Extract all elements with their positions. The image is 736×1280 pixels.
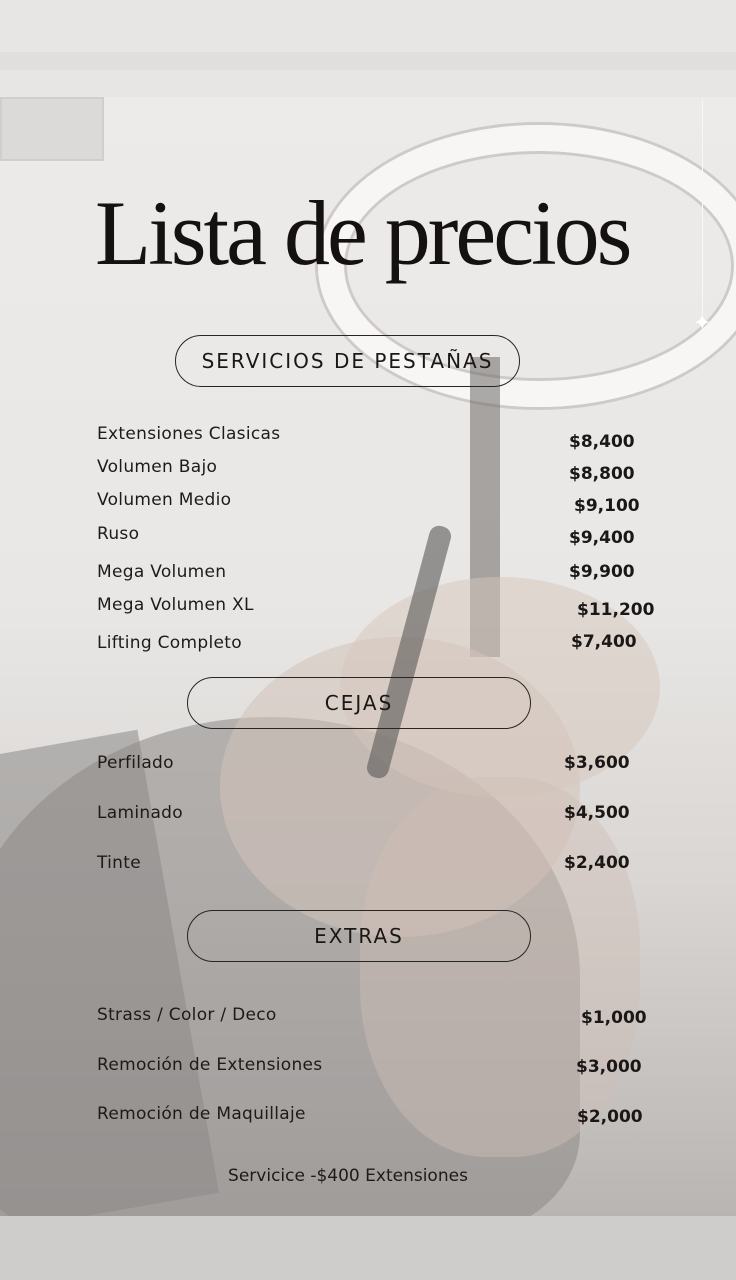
service-name: Lifting Completo xyxy=(97,633,242,653)
service-name: Tinte xyxy=(97,853,141,873)
service-price: $1,000 xyxy=(581,1008,647,1028)
service-price: $4,500 xyxy=(564,803,630,823)
service-price: $9,900 xyxy=(569,562,635,582)
service-price: $7,400 xyxy=(571,632,637,652)
service-price: $11,200 xyxy=(577,600,655,620)
service-name: Remoción de Extensiones xyxy=(97,1055,323,1075)
service-name: Strass / Color / Deco xyxy=(97,1005,277,1025)
service-price: $3,600 xyxy=(564,753,630,773)
service-name: Extensiones Clasicas xyxy=(97,424,281,444)
service-price: $3,000 xyxy=(576,1057,642,1077)
sparkle-line xyxy=(702,100,703,315)
service-price: $8,400 xyxy=(569,432,635,452)
service-name: Volumen Medio xyxy=(97,490,232,510)
service-name: Perfilado xyxy=(97,753,174,773)
status-bar-area xyxy=(0,0,736,97)
service-name: Mega Volumen XL xyxy=(97,595,254,615)
sparkle-icon: ✦ xyxy=(693,311,712,336)
service-name: Volumen Bajo xyxy=(97,457,218,477)
section-heading-extras: EXTRAS xyxy=(187,910,531,962)
section-heading-pestanas: SERVICIOS DE PESTAÑAS xyxy=(175,335,520,387)
service-price: $9,100 xyxy=(574,496,640,516)
bottom-bar xyxy=(0,1216,736,1280)
service-name: Remoción de Maquillaje xyxy=(97,1104,306,1124)
service-price: $2,000 xyxy=(577,1107,643,1127)
section-heading-cejas: CEJAS xyxy=(187,677,531,729)
service-name: Mega Volumen xyxy=(97,562,227,582)
footer-note: Servicice -$400 Extensiones xyxy=(228,1166,468,1186)
service-price: $9,400 xyxy=(569,528,635,548)
service-name: Ruso xyxy=(97,524,140,544)
page-title: Lista de precios xyxy=(95,182,632,284)
service-price: $2,400 xyxy=(564,853,630,873)
service-name: Laminado xyxy=(97,803,183,823)
service-price: $8,800 xyxy=(569,464,635,484)
